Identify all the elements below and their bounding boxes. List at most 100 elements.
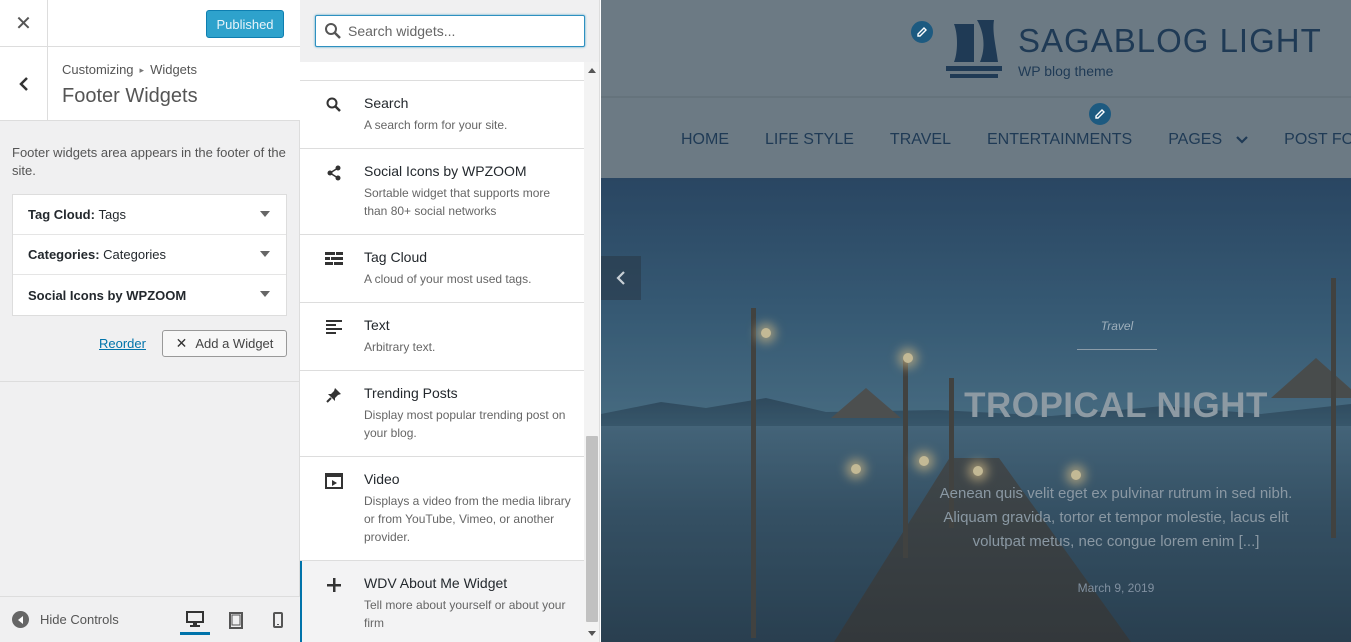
nav-item-life-style[interactable]: LIFE STYLE — [765, 131, 854, 149]
customizer-top-bar: ✕ Published — [0, 0, 300, 47]
breadcrumb-parent: Widgets — [150, 62, 198, 77]
widget-row-social-icons[interactable]: Social Icons by WPZOOM — [13, 275, 286, 315]
site-header: SAGABLOG LIGHT WP blog theme HOME LIFE S… — [601, 0, 1351, 178]
available-widget-wdv-about-me[interactable]: WDV About Me Widget Tell more about your… — [300, 561, 584, 642]
widget-row-tag-cloud[interactable]: Tag Cloud: Tags — [13, 195, 286, 235]
desktop-icon — [186, 610, 204, 627]
divider — [1077, 349, 1157, 350]
scrollbar-thumb[interactable] — [586, 436, 598, 622]
widget-row-categories[interactable]: Categories: Categories — [13, 235, 286, 275]
widget-description: Arbitrary text. — [364, 340, 436, 354]
header-divider — [601, 96, 1351, 98]
chevron-down-icon — [1236, 136, 1248, 144]
search-widgets-input[interactable] — [348, 23, 578, 39]
footer-widget-list: Tag Cloud: Tags Categories: Categories S… — [12, 194, 287, 316]
widget-description: Display most popular trending post on yo… — [364, 408, 566, 440]
edit-pencil-icon[interactable] — [909, 19, 935, 45]
plus-icon — [324, 575, 344, 595]
slider-prev-button[interactable] — [601, 256, 641, 300]
nav-item-entertainments[interactable]: ENTERTAINMENTS — [987, 131, 1132, 149]
device-mobile-button[interactable] — [263, 605, 293, 635]
widget-description: Displays a video from the media library … — [364, 494, 571, 544]
available-widget-trending-posts[interactable]: Trending Posts Display most popular tren… — [300, 371, 584, 457]
close-customizer-button[interactable]: ✕ — [0, 0, 48, 47]
site-title[interactable]: SAGABLOG LIGHT — [1018, 22, 1322, 60]
nav-item-label: PAGES — [1168, 131, 1223, 148]
tag-cloud-icon — [324, 249, 344, 269]
post-title[interactable]: TROPICAL NIGHT — [901, 386, 1331, 426]
available-widget-social-icons[interactable]: Social Icons by WPZOOM Sortable widget t… — [300, 149, 584, 235]
widget-title: Tags — [98, 207, 127, 222]
widget-description: Tell more about yourself or about your f… — [364, 598, 566, 630]
section-title: Footer Widgets — [62, 85, 198, 107]
widget-description: A search form for your site. — [364, 118, 508, 132]
search-icon — [325, 23, 341, 39]
device-desktop-button[interactable] — [180, 605, 210, 635]
widget-name: Tag Cloud — [364, 249, 428, 265]
collapse-icon — [12, 611, 29, 628]
edit-pencil-icon[interactable] — [1087, 101, 1113, 127]
search-icon — [324, 95, 344, 115]
widget-description: Sortable widget that supports more than … — [364, 186, 551, 218]
breadcrumb-root: Customizing — [62, 62, 134, 77]
breadcrumb-separator-icon: ▸ — [139, 65, 145, 75]
widget-name: Video — [364, 471, 400, 487]
scroll-down-icon[interactable] — [588, 631, 596, 636]
nav-item-home[interactable]: HOME — [681, 131, 729, 149]
close-icon: ✕ — [15, 13, 32, 35]
expand-caret-icon[interactable] — [260, 251, 270, 257]
nav-item-post-formats[interactable]: POST FOR — [1284, 131, 1351, 149]
add-widget-label: Add a Widget — [195, 336, 274, 351]
customizer-footer: Hide Controls — [0, 596, 300, 642]
add-widget-button[interactable]: ✕ Add a Widget — [162, 330, 287, 357]
scroll-up-icon[interactable] — [588, 68, 596, 73]
site-navigation: HOME LIFE STYLE TRAVEL ENTERTAINMENTS PA… — [681, 131, 1351, 149]
share-icon — [324, 163, 344, 183]
post-category[interactable]: Travel — [1077, 319, 1157, 333]
device-tablet-button[interactable] — [221, 605, 251, 635]
section-header: Customizing ▸ Widgets Footer Widgets — [0, 47, 300, 121]
hide-controls-button[interactable]: Hide Controls — [12, 611, 119, 628]
back-button[interactable] — [0, 47, 48, 121]
section-description: Footer widgets area appears in the foote… — [12, 145, 286, 178]
site-preview: SAGABLOG LIGHT WP blog theme HOME LIFE S… — [601, 0, 1351, 642]
available-widget-video[interactable]: Video Displays a video from the media li… — [300, 457, 584, 561]
available-widget-text[interactable]: Text Arbitrary text. — [300, 303, 584, 371]
nav-item-travel[interactable]: TRAVEL — [890, 131, 951, 149]
widget-title: Categories — [103, 247, 167, 262]
video-icon — [324, 471, 344, 491]
hide-controls-label: Hide Controls — [40, 612, 119, 627]
available-widget-search[interactable]: Search A search form for your site. — [300, 81, 584, 149]
customizer-panel: ✕ Published Customizing ▸ Widgets Footer W… — [0, 0, 300, 642]
divider — [0, 381, 300, 382]
widget-name: Search — [364, 95, 409, 111]
chevron-left-icon — [616, 271, 625, 285]
widget-type: Social Icons by WPZOOM — [28, 287, 187, 303]
expand-caret-icon[interactable] — [260, 211, 270, 217]
close-icon: ✕ — [175, 335, 188, 351]
available-widget-list: Search A search form for your site. Soci… — [300, 62, 584, 642]
post-date: March 9, 2019 — [1077, 581, 1155, 595]
widget-type: Tag Cloud: — [28, 207, 95, 222]
widget-search-box — [315, 15, 585, 47]
breadcrumb: Customizing ▸ Widgets — [62, 62, 197, 77]
publish-button[interactable]: Published — [206, 10, 284, 38]
site-tagline: WP blog theme — [1018, 63, 1114, 79]
widget-name: WDV About Me Widget — [364, 575, 508, 591]
tablet-icon — [229, 611, 243, 629]
list-item-partial — [300, 62, 584, 81]
widget-name: Social Icons by WPZOOM — [364, 163, 527, 179]
widget-list-scrollbar[interactable] — [584, 62, 599, 642]
reorder-link[interactable]: Reorder — [99, 336, 146, 351]
post-excerpt: Aenean quis velit eget ex pulvinar rutru… — [939, 485, 1293, 550]
chevron-left-icon — [18, 77, 28, 91]
available-widget-tag-cloud[interactable]: Tag Cloud A cloud of your most used tags… — [300, 235, 584, 303]
available-widgets-panel: Search A search form for your site. Soci… — [300, 0, 600, 642]
expand-caret-icon[interactable] — [260, 291, 270, 297]
mobile-icon — [273, 612, 283, 628]
widget-name: Text — [364, 317, 390, 333]
widget-type: Categories: — [28, 247, 100, 262]
widget-description: A cloud of your most used tags. — [364, 272, 532, 286]
nav-item-pages[interactable]: PAGES — [1168, 131, 1248, 149]
widget-name: Trending Posts — [364, 385, 458, 401]
